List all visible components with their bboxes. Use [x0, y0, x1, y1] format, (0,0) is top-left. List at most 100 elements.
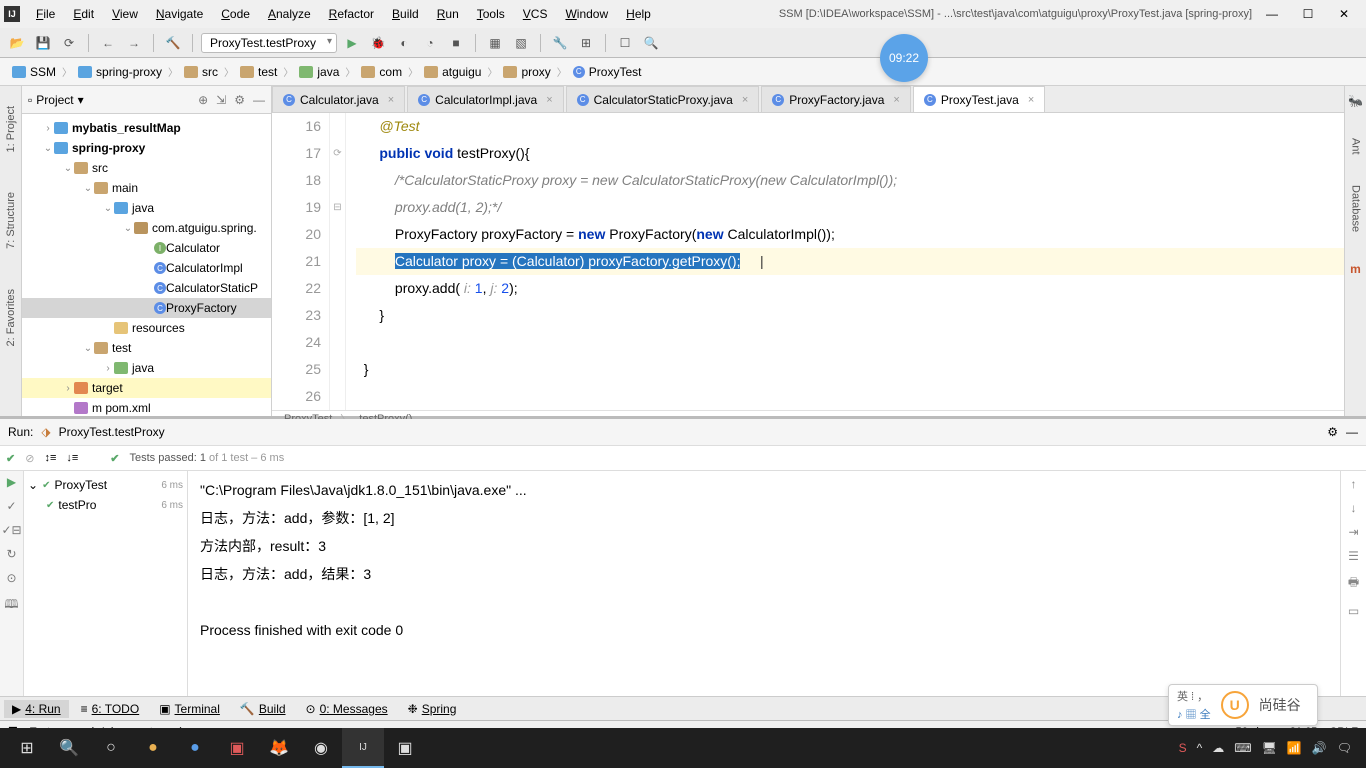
close-tab-icon[interactable]: × — [1028, 94, 1034, 106]
expand-all-icon[interactable]: ⇲ — [216, 93, 226, 107]
print-icon[interactable]: 🖶 — [1348, 573, 1359, 594]
bottom-tab[interactable]: ⊙0: Messages — [298, 700, 396, 718]
rerun-icon[interactable]: ▶ — [7, 475, 16, 489]
crumb-com[interactable]: com — [357, 63, 406, 81]
down-icon[interactable]: ↓ — [1351, 501, 1357, 515]
menu-build[interactable]: Build — [384, 4, 427, 24]
menu-help[interactable]: Help — [618, 4, 659, 24]
tray-notifications-icon[interactable]: 🗨 — [1337, 741, 1352, 755]
close-tab-icon[interactable]: × — [388, 94, 394, 106]
start-button[interactable]: ⊞ — [6, 728, 48, 768]
sync-icon[interactable]: ⟳ — [58, 32, 80, 54]
select-opened-icon[interactable]: ⊕ — [198, 93, 208, 107]
maven-icon[interactable]: m — [1350, 262, 1361, 276]
tree-row[interactable]: ⌄com.atguigu.spring. — [22, 218, 271, 238]
editor-tab[interactable]: CCalculatorStaticProxy.java× — [566, 86, 760, 112]
fold-gutter[interactable]: ⟳⊟ — [330, 113, 346, 410]
menu-view[interactable]: View — [104, 4, 146, 24]
sort2-icon[interactable]: ↓≡ — [66, 452, 78, 464]
failed-icon[interactable]: ⊘ — [25, 452, 34, 465]
hide-icon[interactable]: — — [253, 93, 265, 107]
coverage-icon[interactable]: ◐ — [393, 32, 415, 54]
tree-row[interactable]: ›mybatis_resultMap — [22, 118, 271, 138]
tree-row[interactable]: ⌄java — [22, 198, 271, 218]
minimize-button[interactable]: — — [1264, 7, 1280, 21]
stop-run-icon[interactable]: ✓⊟ — [1, 523, 21, 537]
crumb-java[interactable]: java — [295, 63, 343, 81]
up-icon[interactable]: ↑ — [1351, 477, 1357, 491]
wrap-icon[interactable]: ⇥ — [1348, 525, 1358, 539]
maximize-button[interactable]: ☐ — [1300, 7, 1316, 21]
debug-icon[interactable]: 🐞 — [367, 32, 389, 54]
rail-structure[interactable]: 7: Structure — [5, 192, 17, 249]
menu-refactor[interactable]: Refactor — [321, 4, 382, 24]
rail-favorites[interactable]: 2: Favorites — [5, 289, 17, 346]
rail-database[interactable]: Database — [1350, 185, 1362, 232]
intellij-taskbar-icon[interactable]: IJ — [342, 728, 384, 768]
cortana-icon[interactable]: ○ — [90, 728, 132, 768]
sort-icon[interactable]: ↕≡ — [44, 452, 56, 464]
structure-icon[interactable]: ⊞ — [575, 32, 597, 54]
editor-tab[interactable]: CCalculator.java× — [272, 86, 405, 112]
menu-navigate[interactable]: Navigate — [148, 4, 211, 24]
crumb-src[interactable]: src — [180, 63, 222, 81]
menu-edit[interactable]: Edit — [65, 4, 102, 24]
tree-row[interactable]: ⌄main — [22, 178, 271, 198]
tray-keyboard-icon[interactable]: ⌨ — [1234, 741, 1251, 755]
search-everywhere-icon[interactable]: ☐ — [614, 32, 636, 54]
tree-row[interactable]: ⌄spring-proxy — [22, 138, 271, 158]
bottom-tab[interactable]: ▶4: Run — [4, 700, 69, 718]
passed-check-icon[interactable]: ✔ — [6, 452, 15, 465]
tree-row[interactable]: CCalculatorImpl — [22, 258, 271, 278]
editor-tab[interactable]: CCalculatorImpl.java× — [407, 86, 563, 112]
menu-tools[interactable]: Tools — [469, 4, 513, 24]
app-icon-3[interactable]: ▣ — [216, 728, 258, 768]
chrome-icon[interactable]: ◉ — [300, 728, 342, 768]
firefox-icon[interactable]: 🦊 — [258, 728, 300, 768]
run-icon[interactable]: ▶ — [341, 32, 363, 54]
run-configuration-selector[interactable]: ProxyTest.testProxy — [201, 33, 337, 53]
tray-cloud-icon[interactable]: ☁ — [1212, 741, 1224, 755]
editor-tab[interactable]: CProxyFactory.java× — [761, 86, 911, 112]
editor-tab[interactable]: CProxyTest.java× — [913, 86, 1045, 112]
crumb-proxytest[interactable]: CProxyTest — [569, 63, 646, 81]
tray-network-icon[interactable]: 📶 — [1287, 741, 1302, 755]
app-icon-1[interactable]: ● — [132, 728, 174, 768]
tree-row[interactable]: ›target — [22, 378, 271, 398]
crumb-proxy[interactable]: proxy — [499, 63, 554, 81]
menu-window[interactable]: Window — [557, 4, 616, 24]
export-icon[interactable]: 🕮 — [4, 595, 18, 616]
close-tab-icon[interactable]: × — [546, 94, 552, 106]
crumb-atguigu[interactable]: atguigu — [420, 63, 485, 81]
tree-row[interactable]: ›java — [22, 358, 271, 378]
clear-icon[interactable]: ▭ — [1348, 604, 1359, 618]
bottom-tab[interactable]: ❉Spring — [400, 700, 465, 718]
crumb-spring-proxy[interactable]: spring-proxy — [74, 63, 166, 81]
rail-ant[interactable]: Ant — [1350, 138, 1362, 155]
scroll-icon[interactable]: ☰ — [1348, 549, 1359, 563]
bottom-tab[interactable]: ≡6: TODO — [73, 700, 148, 718]
tray-display-icon[interactable]: 🖥 — [1262, 741, 1277, 755]
ant-icon[interactable]: 🐜 — [1348, 94, 1363, 108]
tree-row[interactable]: ICalculator — [22, 238, 271, 258]
console-output[interactable]: "C:\Program Files\Java\jdk1.8.0_151\bin\… — [188, 471, 1340, 696]
tree-row[interactable]: ⌄src — [22, 158, 271, 178]
menu-analyze[interactable]: Analyze — [260, 4, 319, 24]
close-tab-icon[interactable]: × — [742, 94, 748, 106]
tree-row[interactable]: resources — [22, 318, 271, 338]
build-icon[interactable]: 🔨 — [162, 32, 184, 54]
menu-file[interactable]: File — [28, 4, 63, 24]
gear-icon[interactable]: ⚙ — [234, 93, 245, 107]
test-tree[interactable]: ⌄✔ProxyTest6 ms ✔testPro6 ms — [24, 471, 188, 696]
stop-icon[interactable]: ■ — [445, 32, 467, 54]
tree-row[interactable]: CProxyFactory — [22, 298, 271, 318]
forward-icon[interactable]: → — [123, 32, 145, 54]
pin-icon[interactable]: ↻ — [6, 547, 16, 561]
menu-run[interactable]: Run — [429, 4, 467, 24]
minimize-panel-icon[interactable]: — — [1346, 425, 1358, 439]
back-icon[interactable]: ← — [97, 32, 119, 54]
layout2-icon[interactable]: ▧ — [510, 32, 532, 54]
profile-icon[interactable]: ◔ — [419, 32, 441, 54]
tray-volume-icon[interactable]: 🔊 — [1312, 741, 1327, 755]
code-content[interactable]: @Test public void testProxy(){ /*Calcula… — [346, 113, 1344, 410]
